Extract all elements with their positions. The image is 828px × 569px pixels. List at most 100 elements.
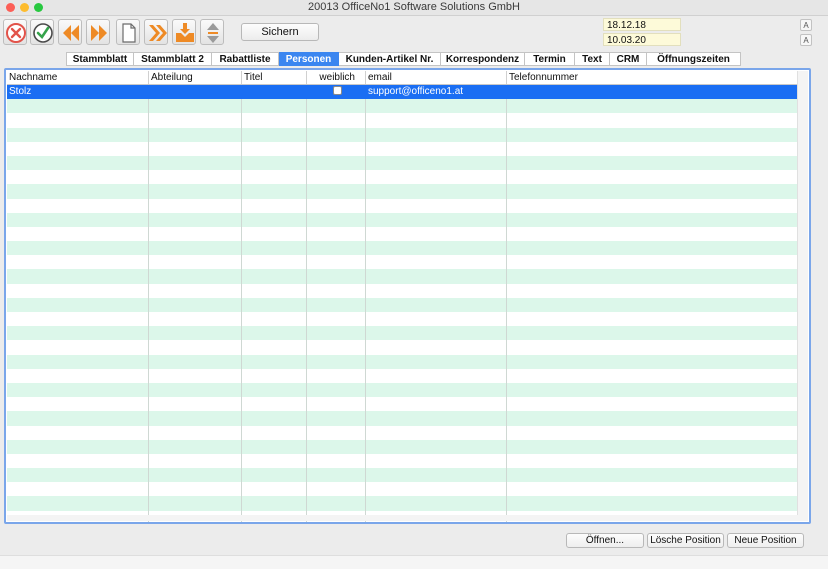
cell-nachname[interactable] xyxy=(7,312,149,327)
vertical-scrollbar[interactable] xyxy=(797,71,808,521)
cell-telefon[interactable] xyxy=(507,213,799,227)
cell-weiblich[interactable] xyxy=(307,255,366,270)
cell-telefon[interactable] xyxy=(507,284,799,298)
cell-titel[interactable] xyxy=(242,226,307,242)
cell-abteilung[interactable] xyxy=(149,226,242,242)
cell-nachname[interactable] xyxy=(7,212,149,227)
column-header-email[interactable]: email xyxy=(366,71,507,84)
horizontal-scrollbar[interactable] xyxy=(7,515,799,521)
cell-weiblich[interactable] xyxy=(307,283,366,298)
cell-nachname[interactable] xyxy=(7,269,149,284)
cell-abteilung[interactable] xyxy=(149,155,242,171)
cell-nachname[interactable] xyxy=(7,127,149,142)
table-row[interactable] xyxy=(7,269,799,284)
cell-weiblich[interactable] xyxy=(307,141,366,156)
cell-titel[interactable] xyxy=(242,340,307,355)
cell-abteilung[interactable] xyxy=(149,425,242,440)
cell-weiblich[interactable] xyxy=(307,155,366,171)
cell-nachname[interactable] xyxy=(7,226,149,242)
cell-abteilung[interactable] xyxy=(149,326,242,341)
delete-position-button[interactable]: Lösche Position xyxy=(647,533,724,548)
table-row[interactable] xyxy=(7,212,799,227)
cell-abteilung[interactable] xyxy=(149,170,242,185)
cell-abteilung[interactable] xyxy=(149,184,242,199)
cell-email[interactable] xyxy=(366,312,507,327)
cancel-button[interactable] xyxy=(3,19,27,45)
table-row[interactable]: Stolz support@officeno1.at xyxy=(7,85,799,100)
cell-email[interactable] xyxy=(366,212,507,227)
cell-email[interactable] xyxy=(366,397,507,412)
column-header-weiblich[interactable]: weiblich xyxy=(307,71,366,84)
cell-titel[interactable] xyxy=(242,468,307,483)
cell-abteilung[interactable] xyxy=(149,283,242,298)
cell-email[interactable] xyxy=(366,354,507,369)
cell-titel[interactable] xyxy=(242,99,307,114)
cell-telefon[interactable] xyxy=(507,454,799,468)
inbox-download-button[interactable] xyxy=(172,19,196,45)
cell-weiblich[interactable] xyxy=(307,453,366,469)
cell-telefon[interactable] xyxy=(507,128,799,142)
font-decrease-button[interactable]: A xyxy=(800,34,812,46)
cell-email[interactable] xyxy=(366,453,507,469)
cell-telefon[interactable] xyxy=(507,397,799,411)
table-row[interactable] xyxy=(7,155,799,171)
cell-abteilung[interactable] xyxy=(149,297,242,312)
cell-telefon[interactable] xyxy=(507,255,799,269)
confirm-button[interactable] xyxy=(30,19,54,45)
cell-email[interactable] xyxy=(366,297,507,312)
table-row[interactable] xyxy=(7,184,799,199)
tab-personen[interactable]: Personen xyxy=(279,52,339,66)
cell-telefon[interactable] xyxy=(507,113,799,127)
tab-termin[interactable]: Termin xyxy=(525,52,575,66)
cell-weiblich[interactable] xyxy=(307,354,366,369)
cell-nachname[interactable] xyxy=(7,397,149,412)
cell-abteilung[interactable] xyxy=(149,439,242,454)
cell-titel[interactable] xyxy=(242,496,307,511)
forward-button[interactable] xyxy=(144,19,168,45)
cell-abteilung[interactable] xyxy=(149,482,242,497)
cell-email[interactable] xyxy=(366,184,507,199)
cell-weiblich[interactable] xyxy=(307,297,366,312)
cell-telefon[interactable] xyxy=(507,340,799,354)
cell-email[interactable] xyxy=(366,482,507,497)
cell-titel[interactable] xyxy=(242,85,307,100)
cell-titel[interactable] xyxy=(242,170,307,185)
cell-abteilung[interactable] xyxy=(149,368,242,383)
cell-abteilung[interactable] xyxy=(149,141,242,156)
cell-telefon[interactable] xyxy=(507,468,799,482)
cell-titel[interactable] xyxy=(242,184,307,199)
cell-telefon[interactable] xyxy=(507,156,799,170)
table-row[interactable] xyxy=(7,127,799,142)
cell-titel[interactable] xyxy=(242,425,307,440)
cell-nachname[interactable] xyxy=(7,241,149,256)
cell-titel[interactable] xyxy=(242,155,307,171)
cell-titel[interactable] xyxy=(242,127,307,142)
cell-email[interactable] xyxy=(366,425,507,440)
cell-weiblich[interactable] xyxy=(307,411,366,426)
cell-weiblich[interactable] xyxy=(307,340,366,355)
table-row[interactable] xyxy=(7,397,799,412)
cell-abteilung[interactable] xyxy=(149,312,242,327)
previous-button[interactable] xyxy=(58,19,82,45)
cell-nachname[interactable]: Stolz xyxy=(7,85,149,100)
table-row[interactable] xyxy=(7,425,799,440)
cell-email[interactable] xyxy=(366,226,507,242)
cell-email[interactable] xyxy=(366,468,507,483)
table-row[interactable] xyxy=(7,170,799,185)
cell-telefon[interactable] xyxy=(507,496,799,510)
cell-abteilung[interactable] xyxy=(149,340,242,355)
table-row[interactable] xyxy=(7,297,799,312)
cell-weiblich[interactable] xyxy=(307,482,366,497)
cell-email[interactable] xyxy=(366,155,507,171)
cell-titel[interactable] xyxy=(242,453,307,469)
cell-abteilung[interactable] xyxy=(149,397,242,412)
table-row[interactable] xyxy=(7,113,799,128)
table-row[interactable] xyxy=(7,482,799,497)
cell-telefon[interactable] xyxy=(507,426,799,440)
cell-nachname[interactable] xyxy=(7,155,149,171)
new-document-button[interactable] xyxy=(116,19,140,45)
cell-titel[interactable] xyxy=(242,482,307,497)
cell-telefon[interactable] xyxy=(507,170,799,184)
cell-abteilung[interactable] xyxy=(149,453,242,469)
date-field-1[interactable]: 18.12.18 xyxy=(603,18,681,31)
